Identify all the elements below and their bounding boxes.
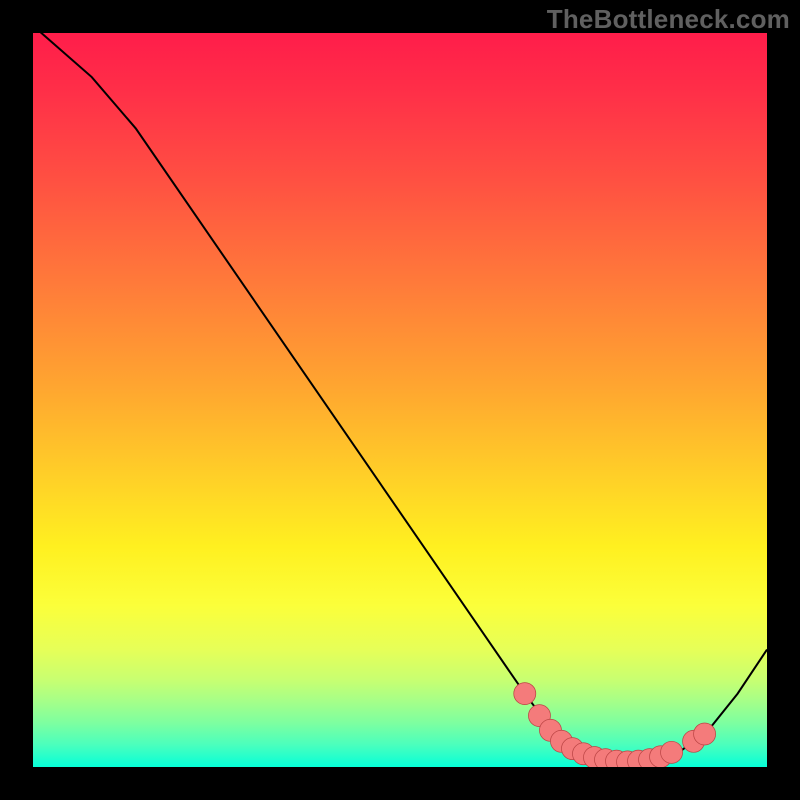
curve-dot [514,683,536,705]
curve-layer [33,33,767,767]
curve-dot [661,741,683,763]
watermark-text: TheBottleneck.com [547,4,790,35]
chart-frame: TheBottleneck.com [0,0,800,800]
bottleneck-curve [33,33,767,763]
plot-area [33,33,767,767]
curve-dots [514,683,716,767]
curve-dot [694,723,716,745]
